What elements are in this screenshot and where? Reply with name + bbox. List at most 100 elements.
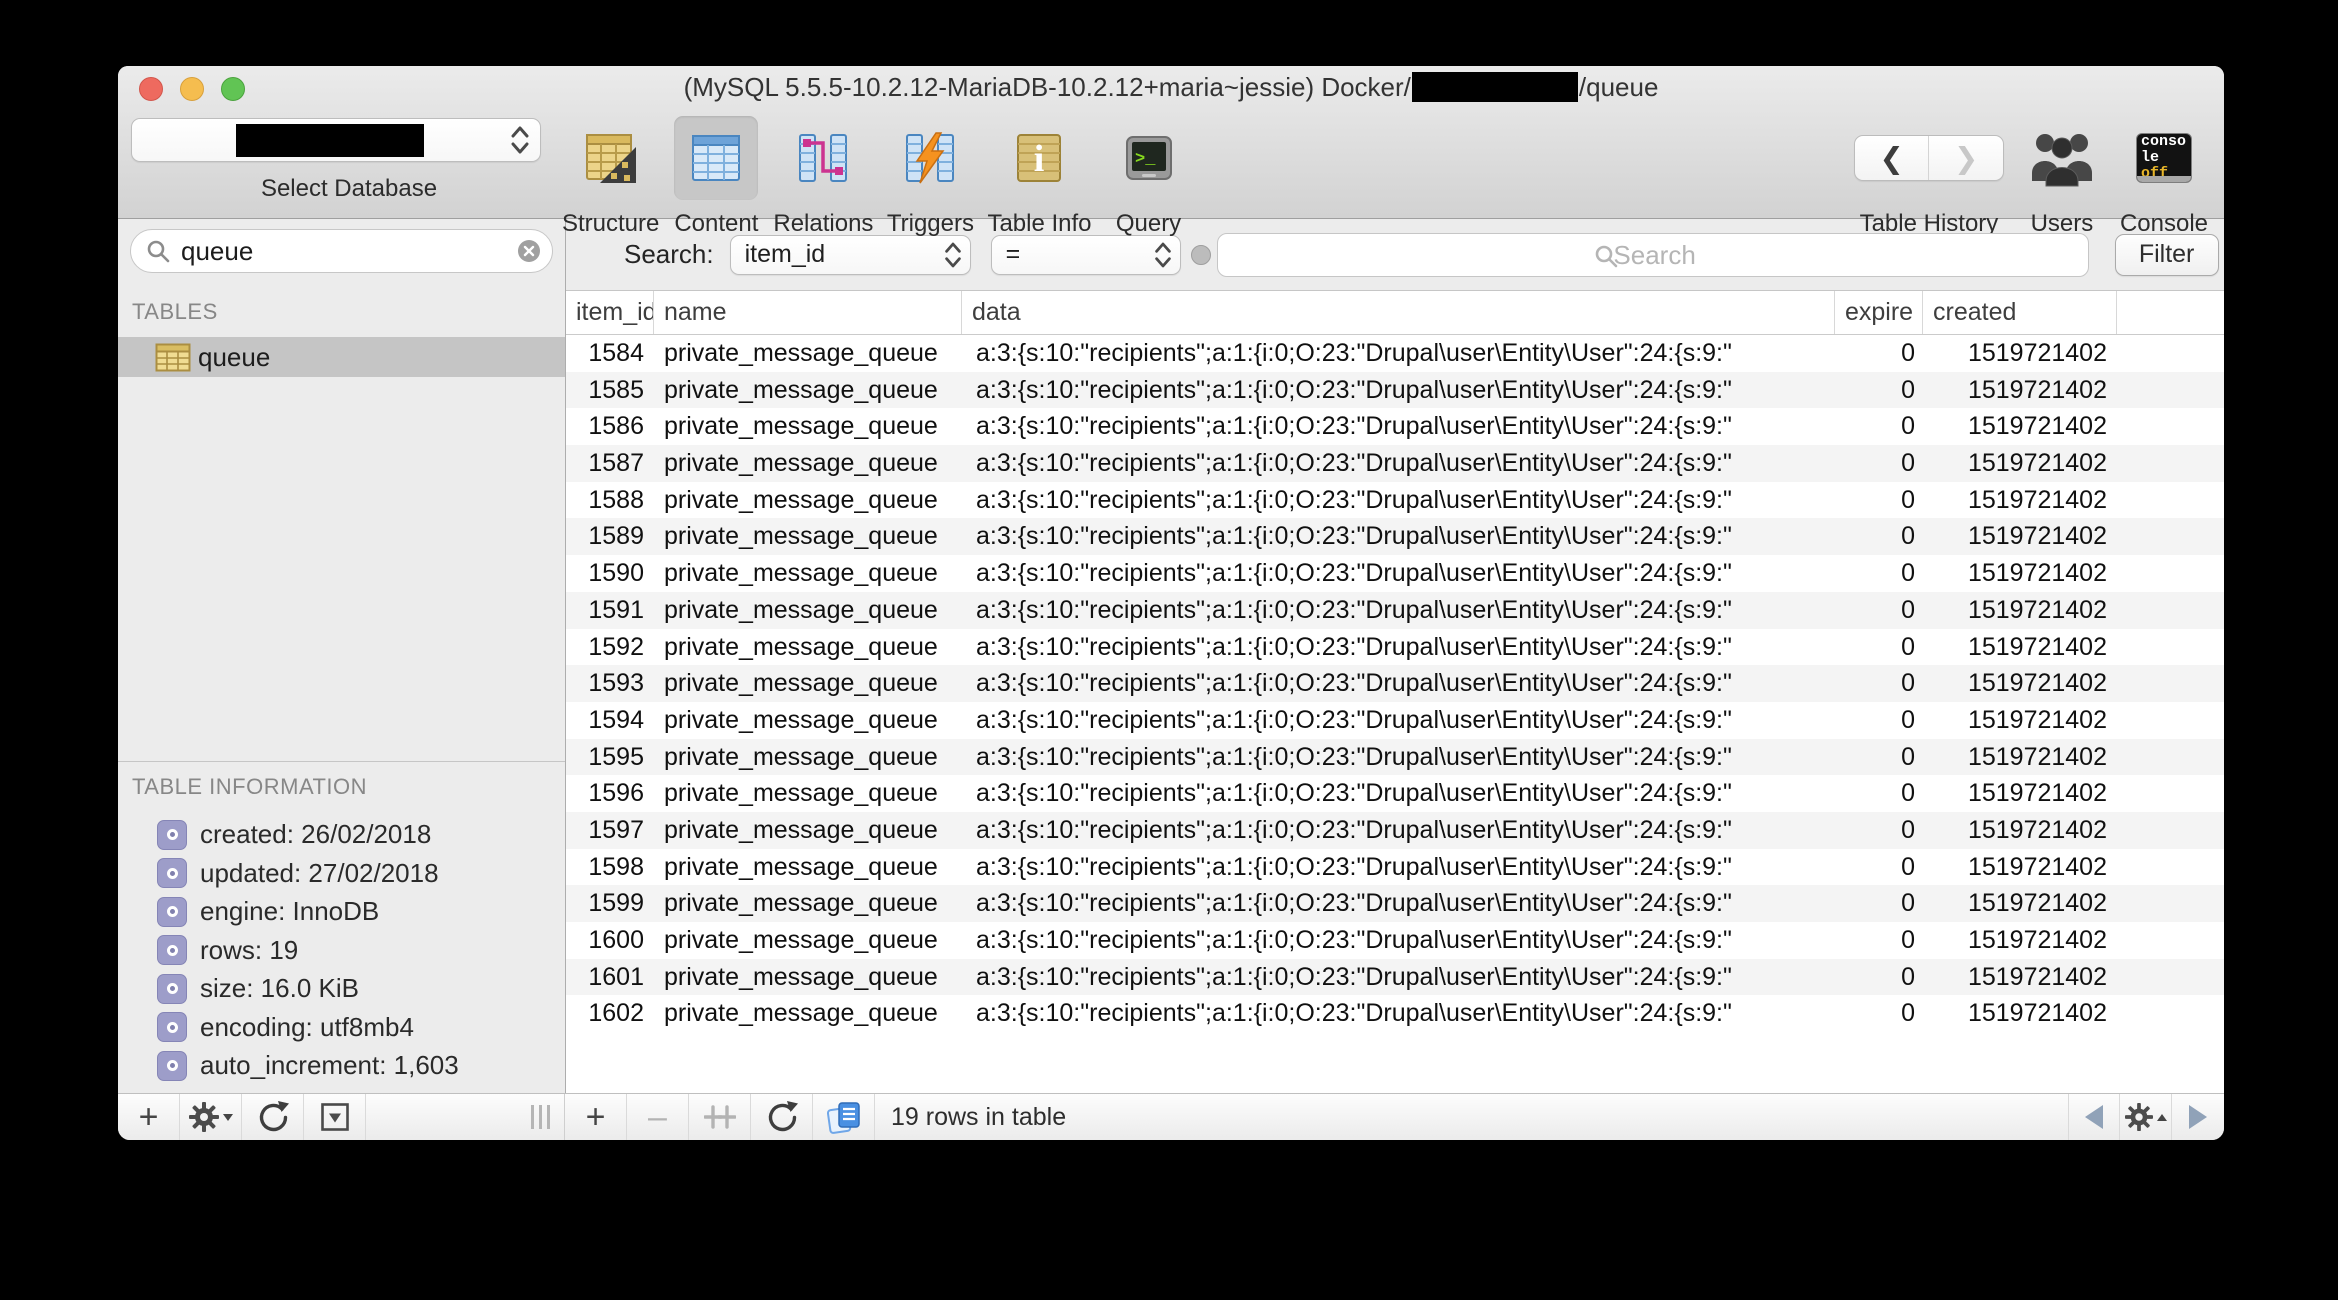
cell-name[interactable]: private_message_queue [654, 335, 962, 372]
cell-created[interactable]: 1519721402 [1923, 592, 2117, 629]
table-row[interactable]: 1598private_message_queuea:3:{s:10:"reci… [566, 849, 2224, 886]
filter-operator-dropdown[interactable]: = [991, 235, 1181, 275]
cell-created[interactable]: 1519721402 [1923, 555, 2117, 592]
console-tool[interactable]: conso le off Console [2120, 116, 2208, 238]
next-page-button[interactable] [2172, 1094, 2224, 1140]
cell-expire[interactable]: 0 [1835, 482, 1923, 519]
cell-created[interactable]: 1519721402 [1923, 408, 2117, 445]
cell-data[interactable]: a:3:{s:10:"recipients";a:1:{i:0;O:23:"Dr… [962, 959, 1835, 996]
add-table-button[interactable]: + [118, 1094, 180, 1140]
cell-data[interactable]: a:3:{s:10:"recipients";a:1:{i:0;O:23:"Dr… [962, 518, 1835, 555]
cell-data[interactable]: a:3:{s:10:"recipients";a:1:{i:0;O:23:"Dr… [962, 555, 1835, 592]
cell-expire[interactable]: 0 [1835, 849, 1923, 886]
table-actions-button[interactable] [180, 1094, 242, 1140]
sidebar-item-queue[interactable]: queue [118, 337, 565, 377]
column-header-created[interactable]: created [1923, 291, 2117, 334]
cell-created[interactable]: 1519721402 [1923, 995, 2117, 1032]
cell-data[interactable]: a:3:{s:10:"recipients";a:1:{i:0;O:23:"Dr… [962, 922, 1835, 959]
cell-expire[interactable]: 0 [1835, 372, 1923, 409]
zoom-window-button[interactable] [221, 77, 245, 101]
table-row[interactable]: 1586private_message_queuea:3:{s:10:"reci… [566, 408, 2224, 445]
table-row[interactable]: 1584private_message_queuea:3:{s:10:"reci… [566, 335, 2224, 372]
table-row[interactable]: 1596private_message_queuea:3:{s:10:"reci… [566, 775, 2224, 812]
tab-triggers[interactable]: Triggers [886, 116, 974, 238]
cell-data[interactable]: a:3:{s:10:"recipients";a:1:{i:0;O:23:"Dr… [962, 335, 1835, 372]
cell-name[interactable]: private_message_queue [654, 592, 962, 629]
cell-data[interactable]: a:3:{s:10:"recipients";a:1:{i:0;O:23:"Dr… [962, 592, 1835, 629]
cell-name[interactable]: private_message_queue [654, 445, 962, 482]
tab-table-info[interactable]: i Table Info [987, 116, 1091, 238]
column-header-item-id[interactable]: item_id [566, 291, 654, 334]
clear-search-icon[interactable] [516, 238, 542, 264]
table-row[interactable]: 1587private_message_queuea:3:{s:10:"reci… [566, 445, 2224, 482]
cell-item_id[interactable]: 1590 [566, 555, 654, 592]
cell-item_id[interactable]: 1585 [566, 372, 654, 409]
cell-expire[interactable]: 0 [1835, 518, 1923, 555]
table-row[interactable]: 1601private_message_queuea:3:{s:10:"reci… [566, 959, 2224, 996]
pagination-settings-button[interactable] [2120, 1094, 2172, 1140]
cell-created[interactable]: 1519721402 [1923, 665, 2117, 702]
cell-name[interactable]: private_message_queue [654, 555, 962, 592]
table-row[interactable]: 1595private_message_queuea:3:{s:10:"reci… [566, 739, 2224, 776]
cell-created[interactable]: 1519721402 [1923, 482, 2117, 519]
tab-query[interactable]: >_ Query [1105, 116, 1193, 238]
refresh-rows-button[interactable] [751, 1094, 813, 1140]
refresh-tables-button[interactable] [242, 1094, 304, 1140]
cell-expire[interactable]: 0 [1835, 408, 1923, 445]
cell-name[interactable]: private_message_queue [654, 482, 962, 519]
cell-data[interactable]: a:3:{s:10:"recipients";a:1:{i:0;O:23:"Dr… [962, 445, 1835, 482]
history-back-button[interactable]: ❮ [1855, 136, 1930, 180]
cell-created[interactable]: 1519721402 [1923, 885, 2117, 922]
select-database-dropdown[interactable] [131, 118, 541, 162]
cell-expire[interactable]: 0 [1835, 629, 1923, 666]
cell-expire[interactable]: 0 [1835, 775, 1923, 812]
cell-item_id[interactable]: 1598 [566, 849, 654, 886]
cell-expire[interactable]: 0 [1835, 922, 1923, 959]
cell-data[interactable]: a:3:{s:10:"recipients";a:1:{i:0;O:23:"Dr… [962, 665, 1835, 702]
cell-item_id[interactable]: 1602 [566, 995, 654, 1032]
cell-created[interactable]: 1519721402 [1923, 629, 2117, 666]
cell-expire[interactable]: 0 [1835, 592, 1923, 629]
cell-expire[interactable]: 0 [1835, 885, 1923, 922]
cell-item_id[interactable]: 1597 [566, 812, 654, 849]
cell-created[interactable]: 1519721402 [1923, 372, 2117, 409]
cell-expire[interactable]: 0 [1835, 812, 1923, 849]
cell-name[interactable]: private_message_queue [654, 518, 962, 555]
close-window-button[interactable] [139, 77, 163, 101]
cell-created[interactable]: 1519721402 [1923, 959, 2117, 996]
table-row[interactable]: 1593private_message_queuea:3:{s:10:"reci… [566, 665, 2224, 702]
cell-name[interactable]: private_message_queue [654, 408, 962, 445]
table-row[interactable]: 1592private_message_queuea:3:{s:10:"reci… [566, 629, 2224, 666]
cell-data[interactable]: a:3:{s:10:"recipients";a:1:{i:0;O:23:"Dr… [962, 739, 1835, 776]
cell-data[interactable]: a:3:{s:10:"recipients";a:1:{i:0;O:23:"Dr… [962, 629, 1835, 666]
cell-expire[interactable]: 0 [1835, 445, 1923, 482]
cell-name[interactable]: private_message_queue [654, 849, 962, 886]
cell-item_id[interactable]: 1586 [566, 408, 654, 445]
table-filter-input[interactable] [181, 236, 516, 267]
cell-name[interactable]: private_message_queue [654, 922, 962, 959]
users-tool[interactable]: Users [2030, 116, 2094, 238]
tab-structure[interactable]: Structure [562, 116, 659, 238]
content-search-field[interactable] [1217, 233, 2089, 277]
table-row[interactable]: 1591private_message_queuea:3:{s:10:"reci… [566, 592, 2224, 629]
cell-created[interactable]: 1519721402 [1923, 849, 2117, 886]
cell-expire[interactable]: 0 [1835, 702, 1923, 739]
cell-item_id[interactable]: 1600 [566, 922, 654, 959]
cell-created[interactable]: 1519721402 [1923, 702, 2117, 739]
table-row[interactable]: 1600private_message_queuea:3:{s:10:"reci… [566, 922, 2224, 959]
table-row[interactable]: 1599private_message_queuea:3:{s:10:"reci… [566, 885, 2224, 922]
cell-data[interactable]: a:3:{s:10:"recipients";a:1:{i:0;O:23:"Dr… [962, 408, 1835, 445]
cell-expire[interactable]: 0 [1835, 335, 1923, 372]
cell-item_id[interactable]: 1587 [566, 445, 654, 482]
minimize-window-button[interactable] [180, 77, 204, 101]
column-header-expire[interactable]: expire [1835, 291, 1923, 334]
column-header-data[interactable]: data [962, 291, 1835, 334]
filter-button[interactable]: Filter [2115, 234, 2219, 276]
table-row[interactable]: 1589private_message_queuea:3:{s:10:"reci… [566, 518, 2224, 555]
content-search-input[interactable] [1218, 234, 2092, 278]
cell-expire[interactable]: 0 [1835, 555, 1923, 592]
cell-name[interactable]: private_message_queue [654, 995, 962, 1032]
cell-created[interactable]: 1519721402 [1923, 335, 2117, 372]
duplicate-row-button[interactable] [689, 1094, 751, 1140]
add-row-button[interactable]: + [565, 1094, 627, 1140]
